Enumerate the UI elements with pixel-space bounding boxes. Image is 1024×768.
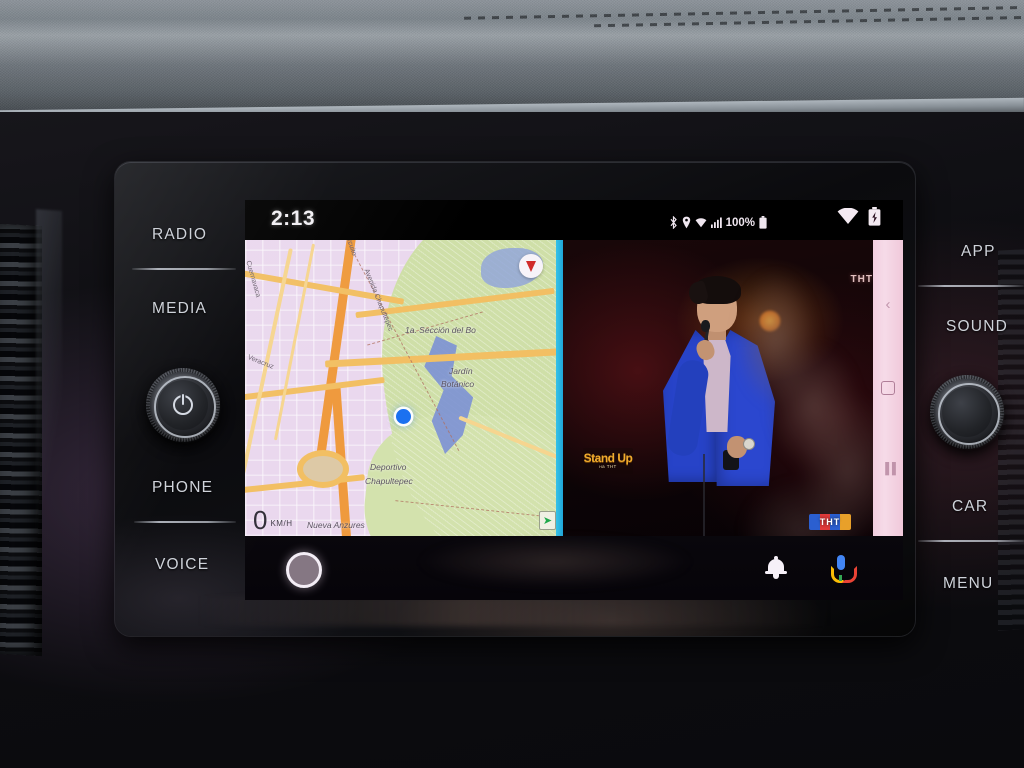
air-vent-gloss bbox=[36, 209, 62, 681]
nav-arrow-glyph: ➤ bbox=[542, 515, 553, 527]
chevron-left-icon[interactable]: ‹ bbox=[886, 297, 891, 312]
show-logo-title: Stand Up bbox=[583, 451, 633, 465]
android-auto-home-ring-icon[interactable] bbox=[286, 552, 322, 588]
battery-icon bbox=[759, 216, 767, 229]
button-menu[interactable]: MENU bbox=[943, 575, 993, 593]
top-right-icon-group bbox=[837, 207, 881, 231]
map-place-label: Deportivo bbox=[370, 462, 407, 472]
bottom-app-bar bbox=[245, 536, 903, 600]
show-logo: Stand Up на ТНТ bbox=[583, 448, 633, 474]
compass-needle bbox=[526, 260, 536, 272]
recents-icon[interactable]: ▐▐ bbox=[881, 464, 896, 475]
map-place-label: Botánico bbox=[441, 379, 475, 389]
map-roundabout bbox=[297, 450, 349, 488]
app-bar-reflection bbox=[365, 536, 745, 600]
microphone-stand bbox=[703, 454, 705, 536]
mic-stem bbox=[839, 575, 842, 581]
map-place-label: Nueva Anzures bbox=[307, 520, 365, 530]
location-pin-icon bbox=[682, 216, 691, 229]
compass-needle-icon[interactable] bbox=[519, 254, 543, 278]
power-icon bbox=[173, 394, 193, 415]
performer-wristwatch bbox=[743, 438, 755, 450]
dashboard-stitching bbox=[464, 6, 1024, 20]
bezel-reflection bbox=[195, 596, 835, 626]
map-place-label: Chapultepec bbox=[365, 476, 413, 486]
video-player-pane[interactable]: ТНТ Stand Up на ТНТ ТНТ bbox=[563, 236, 903, 536]
button-voice[interactable]: VOICE bbox=[155, 556, 209, 574]
map-edge-strip bbox=[556, 236, 563, 536]
mic-arc-right bbox=[842, 566, 857, 583]
button-media[interactable]: MEDIA bbox=[152, 300, 207, 318]
speed-indicator: 0 KM/H bbox=[253, 505, 293, 535]
blue-location-dot bbox=[396, 409, 411, 424]
status-icon-group: 100% bbox=[669, 216, 767, 229]
knob-face bbox=[942, 387, 992, 437]
divider-right-upper bbox=[918, 285, 1024, 287]
infotainment-screen[interactable]: 2:13 100% Cuernavaca Veracruz Circuito A… bbox=[245, 200, 903, 600]
battery-percent-label: 100% bbox=[725, 216, 755, 229]
divider-right-lower bbox=[918, 540, 1024, 542]
dashboard-stitching-secondary bbox=[594, 16, 1024, 28]
map-place-label: 1a. Sección del Bo bbox=[405, 325, 476, 335]
button-car[interactable]: CAR bbox=[952, 498, 988, 516]
divider-left-lower bbox=[134, 521, 236, 523]
map-place-label: Jardín bbox=[449, 366, 473, 376]
bell-icon[interactable] bbox=[765, 556, 787, 580]
button-app[interactable]: APP bbox=[961, 243, 996, 261]
bluetooth-icon bbox=[669, 216, 678, 229]
tuning-knob[interactable] bbox=[930, 375, 1004, 449]
knob-face bbox=[158, 380, 208, 430]
speed-unit: KM/H bbox=[270, 519, 293, 528]
button-phone[interactable]: PHONE bbox=[152, 479, 213, 497]
status-bar: 2:13 100% bbox=[245, 200, 903, 240]
button-radio[interactable]: RADIO bbox=[152, 226, 207, 244]
air-vent-right bbox=[998, 249, 1024, 631]
android-navigation-strip[interactable]: ‹ ▐▐ bbox=[873, 236, 903, 536]
channel-logo-top: ТНТ bbox=[850, 274, 873, 285]
clock: 2:13 bbox=[271, 207, 316, 230]
channel-bug-bottom: ТНТ bbox=[809, 514, 851, 530]
navigation-map-pane[interactable]: Cuernavaca Veracruz Circuito Avenida Cha… bbox=[245, 236, 563, 536]
car-infotainment-photo: 2:13 100% Cuernavaca Veracruz Circuito A… bbox=[0, 0, 1024, 768]
bell-clapper bbox=[773, 574, 779, 579]
wifi-icon bbox=[837, 207, 859, 230]
button-sound[interactable]: SOUND bbox=[946, 318, 1008, 336]
cellular-signal-icon bbox=[710, 217, 722, 228]
divider-left-upper bbox=[132, 268, 236, 270]
power-icon-bar bbox=[181, 394, 184, 405]
google-assistant-mic-icon[interactable] bbox=[831, 555, 857, 583]
performer-with-microphone bbox=[651, 268, 801, 536]
battery-charging-icon bbox=[868, 207, 881, 231]
microphone-head bbox=[701, 320, 710, 332]
green-navigation-icon[interactable]: ➤ bbox=[539, 511, 556, 530]
home-square-icon[interactable] bbox=[881, 380, 895, 395]
wifi-icon bbox=[695, 217, 707, 228]
show-logo-subtitle: на ТНТ bbox=[599, 464, 617, 469]
speed-value: 0 bbox=[253, 505, 268, 535]
power-volume-knob[interactable] bbox=[146, 368, 220, 442]
